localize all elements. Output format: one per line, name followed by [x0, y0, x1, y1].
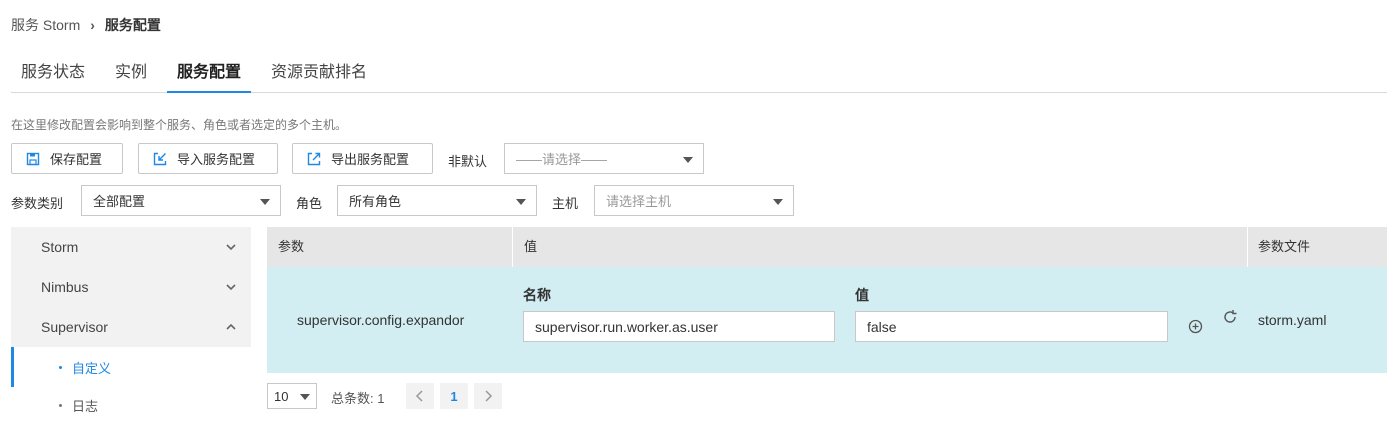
breadcrumb: 服务 Storm › 服务配置 [11, 15, 161, 35]
breadcrumb-parent[interactable]: 服务 Storm [11, 15, 80, 35]
chevron-down-icon [226, 284, 236, 291]
tab-instances[interactable]: 实例 [105, 58, 157, 92]
bullet-icon [59, 365, 62, 369]
non-default-placeholder: ——请选择—— [516, 152, 608, 167]
sidebar-item-supervisor[interactable]: Supervisor [11, 307, 251, 347]
import-icon [153, 152, 167, 165]
tab-bar: 服务状态 实例 服务配置 资源贡献排名 [11, 58, 1387, 93]
page-size-value: 10 [274, 388, 289, 404]
table-header: 参数 值 参数文件 [267, 227, 1387, 267]
category-label: 参数类别 [11, 196, 64, 211]
save-icon [26, 152, 40, 165]
non-default-select[interactable]: ——请选择—— [504, 143, 704, 174]
sidebar-subitem-label: 日志 [72, 399, 99, 414]
export-icon [307, 152, 321, 165]
param-name-cell: supervisor.config.expandor [297, 312, 465, 328]
save-config-label: 保存配置 [50, 152, 103, 167]
add-circle-icon[interactable] [1188, 319, 1203, 334]
sidebar-subitem-log[interactable]: 日志 [11, 387, 251, 424]
breadcrumb-current: 服务配置 [104, 17, 161, 33]
custom-value-input[interactable]: false [855, 311, 1168, 342]
column-header-value: 值 [524, 239, 538, 254]
tab-service-config[interactable]: 服务配置 [167, 58, 251, 93]
table-row: supervisor.config.expandor 名称 值 supervis… [267, 267, 1387, 373]
sidebar-item-label: Nimbus [41, 279, 89, 295]
sidebar-item-storm[interactable]: Storm [11, 227, 251, 267]
host-label: 主机 [552, 196, 579, 211]
import-config-button[interactable]: 导入服务配置 [138, 143, 278, 174]
sidebar-subitem-label: 自定义 [72, 360, 112, 376]
sidebar-item-nimbus[interactable]: Nimbus [11, 267, 251, 307]
category-select[interactable]: 全部配置 [81, 185, 281, 216]
category-value: 全部配置 [93, 194, 146, 209]
caret-down-icon [773, 199, 783, 205]
caret-down-icon [683, 157, 693, 163]
page-size-select[interactable]: 10 [267, 383, 317, 409]
save-config-button[interactable]: 保存配置 [11, 143, 123, 174]
prev-page-button[interactable] [406, 383, 434, 409]
param-file-cell: storm.yaml [1258, 312, 1327, 328]
config-hint-text: 在这里修改配置会影响到整个服务、角色或者选定的多个主机。 [11, 118, 348, 132]
caret-down-icon [516, 199, 526, 205]
column-header-param: 参数 [278, 239, 305, 254]
next-page-button[interactable] [474, 383, 502, 409]
non-default-label: 非默认 [448, 154, 488, 169]
tab-service-status[interactable]: 服务状态 [11, 58, 95, 92]
breadcrumb-separator-icon: › [90, 17, 95, 33]
export-config-button[interactable]: 导出服务配置 [292, 143, 433, 174]
role-value: 所有角色 [349, 194, 402, 209]
total-count: 总条数: 1 [331, 391, 385, 406]
role-label: 角色 [296, 196, 323, 211]
custom-name-input[interactable]: supervisor.run.worker.as.user [523, 311, 835, 342]
host-select[interactable]: 请选择主机 [594, 185, 794, 216]
import-config-label: 导入服务配置 [177, 152, 256, 167]
column-header-file: 参数文件 [1258, 239, 1311, 254]
value-sublabel: 值 [855, 287, 869, 303]
export-config-label: 导出服务配置 [331, 152, 410, 167]
bullet-icon [59, 404, 62, 407]
chevron-down-icon [226, 244, 236, 251]
name-sublabel: 名称 [523, 287, 551, 303]
tab-resource-ranking[interactable]: 资源贡献排名 [261, 58, 377, 92]
sidebar-item-label: Supervisor [41, 319, 108, 335]
page-number-button[interactable]: 1 [440, 383, 468, 409]
chevron-left-icon [415, 390, 423, 402]
caret-down-icon [300, 394, 310, 400]
role-select[interactable]: 所有角色 [337, 185, 537, 216]
sidebar-item-label: Storm [41, 239, 79, 255]
caret-down-icon [260, 199, 270, 205]
host-placeholder: 请选择主机 [606, 194, 672, 209]
reset-icon[interactable] [1222, 309, 1238, 325]
chevron-right-icon [485, 390, 493, 402]
chevron-up-icon [226, 323, 236, 330]
sidebar-subitem-custom[interactable]: 自定义 [11, 347, 251, 387]
